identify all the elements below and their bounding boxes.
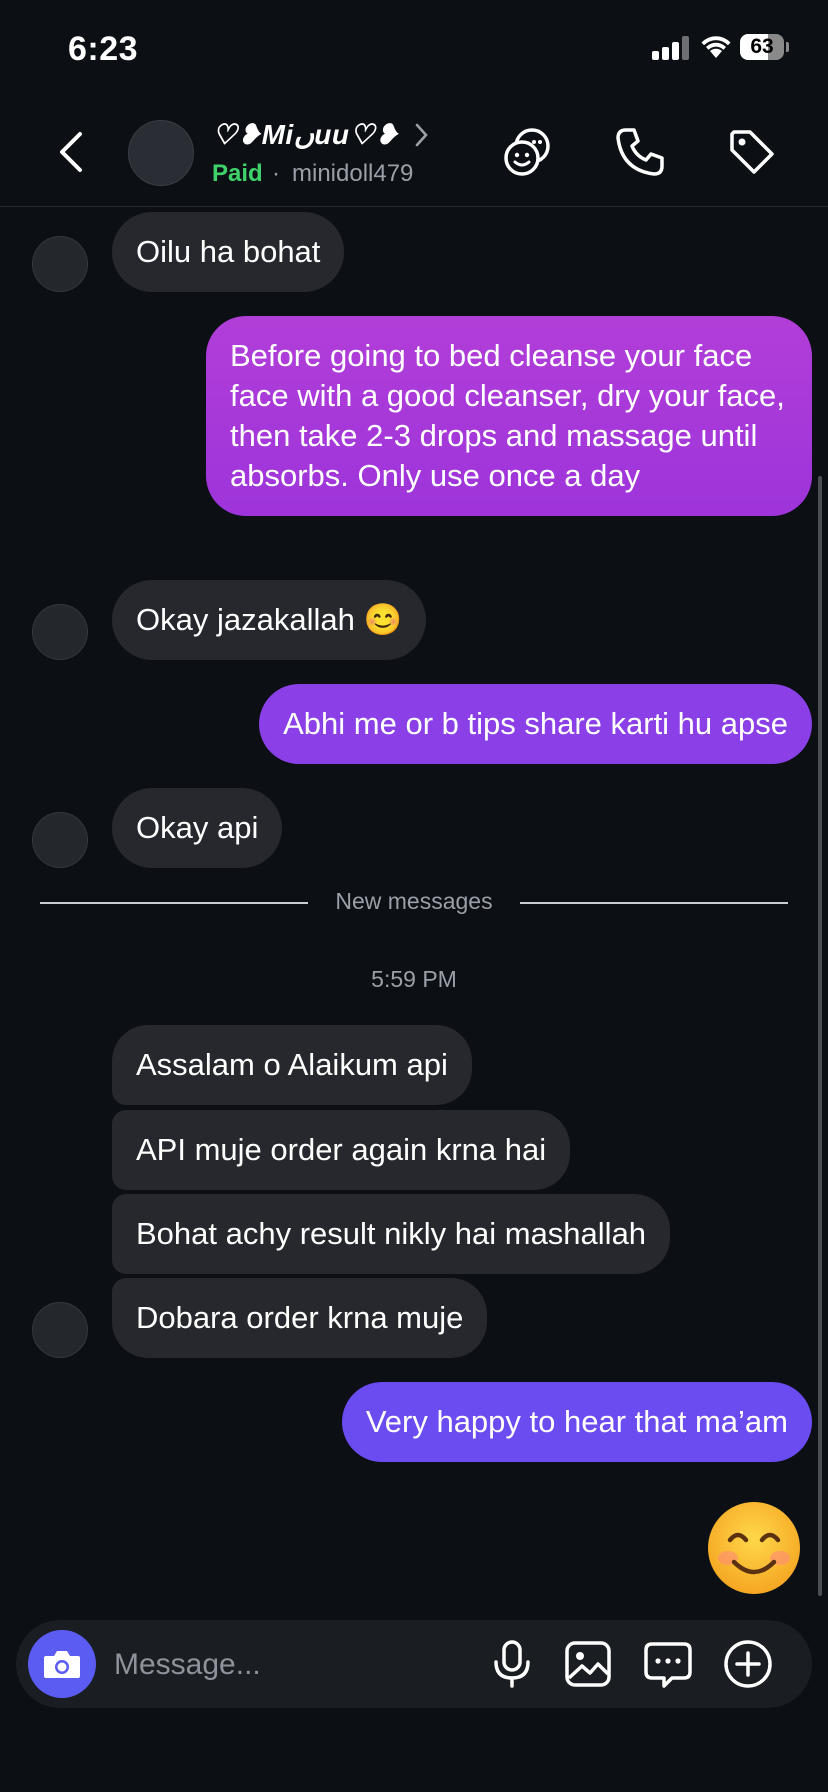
received-message[interactable]: Oilu ha bohat [112, 212, 345, 292]
separator-dot: · [272, 160, 280, 187]
sent-message[interactable]: Abhi me or b tips share karti hu apse [259, 684, 812, 764]
received-message[interactable]: Assalam o Alaikum api [112, 1025, 472, 1105]
chat-header [0, 100, 828, 207]
status-time: 6:23 [68, 30, 139, 68]
sender-avatar[interactable] [32, 236, 88, 292]
sender-avatar[interactable] [32, 812, 88, 868]
sticker-chat-icon[interactable] [642, 1638, 694, 1690]
message-input[interactable] [112, 1640, 476, 1690]
contact-name[interactable]: ♡❥Miںuu♡❥ [212, 118, 399, 151]
received-message[interactable]: Bohat achy result nikly hai mashallah [112, 1194, 671, 1274]
username: minidoll479 [292, 160, 414, 187]
new-messages-label: New messages [319, 888, 509, 914]
cellular-signal-icon [652, 36, 690, 60]
new-messages-divider: New messages [0, 888, 828, 915]
scrollbar[interactable] [818, 476, 822, 1596]
phone-icon[interactable] [612, 124, 668, 180]
received-message[interactable]: Okay jazakallah 😊 [112, 580, 427, 660]
tag-icon[interactable] [724, 124, 780, 180]
chevron-right-icon[interactable] [414, 122, 430, 148]
plus-circle-icon[interactable] [722, 1638, 774, 1690]
smiling-face-emoji[interactable] [706, 1500, 802, 1596]
gallery-icon[interactable] [562, 1638, 614, 1690]
received-message[interactable]: API muje order again krna hai [112, 1110, 571, 1190]
received-message[interactable]: Okay api [112, 788, 283, 868]
microphone-icon[interactable] [486, 1638, 538, 1690]
back-chevron-icon[interactable] [52, 128, 92, 176]
sticker-faces-icon[interactable] [500, 124, 556, 180]
paid-badge: Paid [212, 160, 263, 187]
wifi-icon [701, 36, 731, 58]
message-timestamp: 5:59 PM [371, 966, 457, 992]
sent-message[interactable]: Before going to bed cleanse your face fa… [206, 316, 812, 516]
avatar[interactable] [128, 120, 194, 186]
received-message[interactable]: Dobara order krna muje [112, 1278, 488, 1358]
sent-message[interactable]: Very happy to hear that ma’am [341, 1382, 812, 1462]
battery-percent: 63 [750, 35, 774, 58]
sender-avatar[interactable] [32, 604, 88, 660]
camera-button[interactable] [28, 1630, 96, 1698]
battery-icon: 63 [740, 34, 789, 60]
camera-icon [44, 1651, 80, 1678]
sender-avatar[interactable] [32, 1302, 88, 1358]
